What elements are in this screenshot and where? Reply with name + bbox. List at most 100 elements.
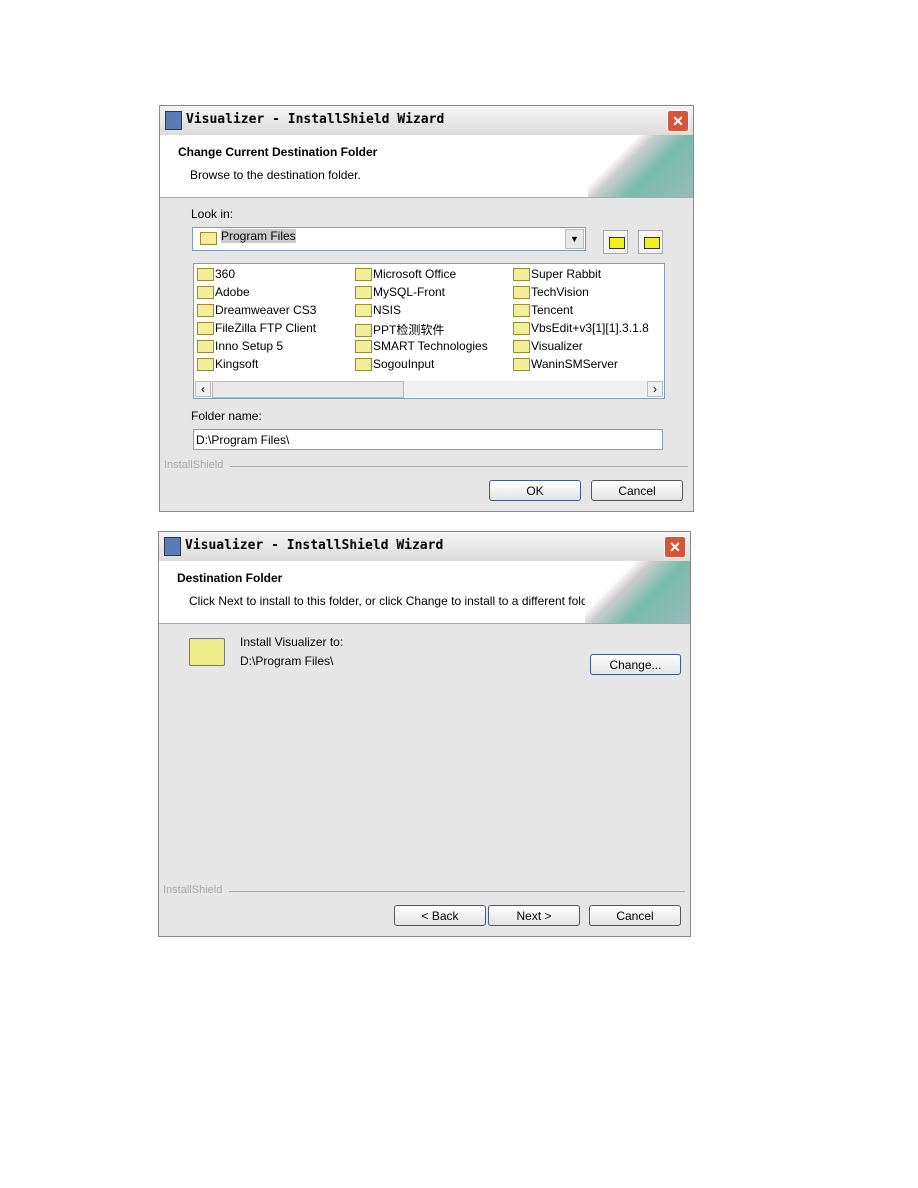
- folder-item-label: Kingsoft: [215, 357, 259, 371]
- folder-item-label: VbsEdit+v3[1][1].3.1.8: [531, 321, 649, 335]
- folder-item[interactable]: NSIS: [355, 303, 402, 318]
- folder-item[interactable]: FileZilla FTP Client: [197, 321, 317, 336]
- look-in-dropdown[interactable]: Program Files ▼: [192, 227, 586, 251]
- folder-item-label: SMART Technologies: [373, 339, 488, 353]
- folder-item[interactable]: PPT检测软件: [355, 321, 444, 338]
- header: Destination Folder Click Next to install…: [159, 561, 690, 624]
- folder-item[interactable]: Adobe: [197, 285, 250, 300]
- installshield-brand: InstallShield: [163, 884, 223, 896]
- folder-item[interactable]: TechVision: [513, 285, 589, 300]
- folder-item[interactable]: WaninSMServer: [513, 357, 618, 372]
- folder-item[interactable]: Microsoft Office: [355, 267, 457, 282]
- title-bar: Visualizer - InstallShield Wizard ✕: [160, 106, 693, 136]
- heading: Destination Folder: [177, 571, 283, 585]
- cancel-button[interactable]: Cancel: [589, 905, 681, 926]
- heading: Change Current Destination Folder: [178, 145, 378, 159]
- folder-list[interactable]: ‹ › 360 Adobe Dreamweaver CS3 FileZilla FTP…: [193, 263, 665, 399]
- folder-item[interactable]: Super Rabbit: [513, 267, 602, 282]
- look-in-label: Look in:: [191, 207, 234, 221]
- folder-item[interactable]: Inno Setup 5: [197, 339, 284, 354]
- folder-item-label: Super Rabbit: [531, 267, 602, 281]
- folder-icon: [197, 286, 214, 300]
- up-folder-button[interactable]: [603, 230, 628, 254]
- folder-item[interactable]: Kingsoft: [197, 357, 259, 372]
- folder-icon: [355, 286, 372, 300]
- folder-item-label: TechVision: [531, 285, 589, 299]
- folder-item[interactable]: SMART Technologies: [355, 339, 488, 354]
- installshield-brand: InstallShield: [164, 459, 224, 471]
- app-icon: [165, 111, 182, 130]
- folder-icon: [513, 286, 530, 300]
- folder-item-label: SogouInput: [373, 357, 435, 371]
- folder-item[interactable]: MySQL-Front: [355, 285, 446, 300]
- folder-icon: [513, 340, 530, 354]
- folder-name-label: Folder name:: [191, 409, 262, 423]
- folder-item-label: Adobe: [215, 285, 250, 299]
- folder-item[interactable]: Tencent: [513, 303, 574, 318]
- folder-icon: [197, 304, 214, 318]
- header: Change Current Destination Folder Browse…: [160, 135, 693, 198]
- change-button[interactable]: Change...: [590, 654, 681, 675]
- next-button[interactable]: Next >: [488, 905, 580, 926]
- new-folder-button[interactable]: [638, 230, 663, 254]
- cancel-button[interactable]: Cancel: [591, 480, 683, 501]
- folder-icon: [355, 340, 372, 354]
- folder-icon: [197, 322, 214, 336]
- folder-item-label: WaninSMServer: [531, 357, 618, 371]
- scroll-thumb[interactable]: [212, 381, 404, 398]
- scroll-left-arrow[interactable]: ‹: [195, 381, 211, 397]
- folder-icon: [355, 304, 372, 318]
- divider: [230, 466, 688, 467]
- folder-icon: [189, 638, 225, 666]
- window-title: Visualizer - InstallShield Wizard: [186, 112, 445, 127]
- folder-icon: [355, 324, 372, 338]
- up-folder-icon: [609, 237, 625, 249]
- folder-icon: [197, 268, 214, 282]
- app-icon: [164, 537, 181, 556]
- chevron-down-icon[interactable]: ▼: [565, 229, 584, 249]
- folder-item-label: Dreamweaver CS3: [215, 303, 317, 317]
- folder-icon: [355, 268, 372, 282]
- install-label: Install Visualizer to:: [240, 635, 344, 649]
- back-button[interactable]: < Back: [394, 905, 486, 926]
- folder-item[interactable]: Dreamweaver CS3: [197, 303, 317, 318]
- folder-item-label: Microsoft Office: [373, 267, 457, 281]
- subheading: Click Next to install to this folder, or…: [189, 594, 601, 608]
- title-bar: Visualizer - InstallShield Wizard ✕: [159, 532, 690, 562]
- destination-folder-dialog: Visualizer - InstallShield Wizard ✕ Dest…: [158, 531, 691, 937]
- folder-item-label: MySQL-Front: [373, 285, 446, 299]
- folder-item-label: NSIS: [373, 303, 402, 317]
- horizontal-scrollbar[interactable]: ‹ ›: [195, 381, 663, 398]
- change-folder-dialog: Visualizer - InstallShield Wizard ✕ Chan…: [159, 105, 694, 512]
- folder-icon: [513, 268, 530, 282]
- folder-icon: [197, 358, 214, 372]
- folder-item-label: PPT检测软件: [373, 323, 445, 337]
- install-path: D:\Program Files\: [240, 654, 334, 668]
- folder-icon: [355, 358, 372, 372]
- scroll-right-arrow[interactable]: ›: [647, 381, 663, 397]
- folder-icon: [197, 340, 214, 354]
- ok-button[interactable]: OK: [489, 480, 581, 501]
- folder-icon: [513, 322, 530, 336]
- folder-item-label: 360: [215, 267, 236, 281]
- window-title: Visualizer - InstallShield Wizard: [185, 538, 444, 553]
- divider: [229, 891, 685, 892]
- folder-item-label: Inno Setup 5: [215, 339, 284, 353]
- close-button[interactable]: ✕: [664, 536, 686, 558]
- folder-name-input[interactable]: D:\Program Files\: [193, 429, 663, 450]
- folder-item[interactable]: SogouInput: [355, 357, 435, 372]
- subheading: Browse to the destination folder.: [190, 168, 361, 182]
- folder-item[interactable]: Visualizer: [513, 339, 583, 354]
- folder-item[interactable]: VbsEdit+v3[1][1].3.1.8: [513, 321, 649, 336]
- folder-item-label: FileZilla FTP Client: [215, 321, 317, 335]
- folder-icon: [513, 358, 530, 372]
- folder-item[interactable]: 360: [197, 267, 236, 282]
- new-folder-icon: [644, 237, 660, 249]
- look-in-value: Program Files: [221, 229, 296, 243]
- folder-icon: [513, 304, 530, 318]
- folder-item-label: Tencent: [531, 303, 574, 317]
- close-button[interactable]: ✕: [667, 110, 689, 132]
- page-curl-graphic: [588, 135, 693, 197]
- folder-icon: [200, 232, 217, 246]
- page-curl-graphic: [585, 561, 690, 623]
